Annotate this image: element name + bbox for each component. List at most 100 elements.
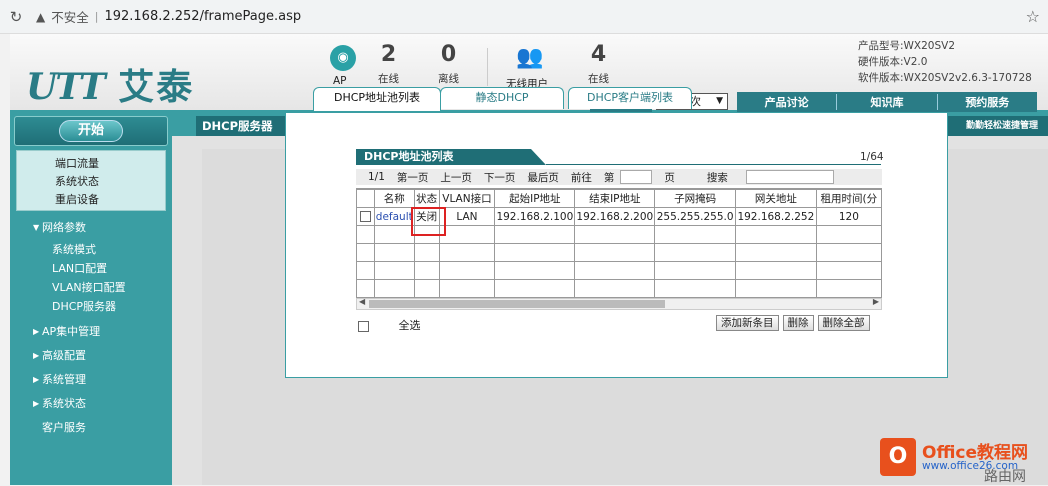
goto-link[interactable]: 前往	[571, 170, 592, 185]
menu-item-vlan-config[interactable]: VLAN接口配置	[14, 278, 168, 297]
menu-group-system-management[interactable]: ▶ 系统管理	[14, 368, 168, 392]
col-end-ip: 结束IP地址	[574, 189, 656, 208]
row-start-ip: 192.168.2.100	[494, 207, 576, 226]
office-logo-icon: O	[880, 438, 916, 476]
chevron-down-icon: ▼	[716, 96, 723, 106]
row-vlan: LAN	[438, 207, 496, 226]
users-online-stat[interactable]: 4 在线	[588, 42, 609, 86]
start-bar: 开始	[14, 116, 168, 146]
start-button[interactable]: 开始	[59, 120, 123, 142]
insecure-label[interactable]: 不安全	[51, 7, 89, 26]
menu-group-network[interactable]: ▼ 网络参数	[14, 216, 168, 240]
add-entry-button[interactable]: 添加新条目	[716, 315, 779, 331]
scroll-left-icon: ◀	[359, 297, 366, 306]
search-input[interactable]	[745, 170, 834, 184]
prev-page-link[interactable]: 上一页	[440, 170, 472, 185]
menu-group-ap-management[interactable]: ▶ AP集中管理	[14, 320, 168, 344]
col-vlan: VLAN接口	[438, 189, 496, 208]
utt-logo: UTT 艾泰	[26, 66, 195, 108]
ap-icon[interactable]: ◉	[330, 45, 356, 71]
scroll-right-icon: ▶	[872, 297, 879, 306]
link-product-discussion[interactable]: 产品讨论	[737, 94, 838, 110]
bookmark-star-icon[interactable]: ☆	[1026, 7, 1040, 26]
row-end-ip: 192.168.2.200	[574, 207, 656, 226]
last-page-link[interactable]: 最后页	[527, 170, 559, 185]
row-name-link[interactable]: default	[373, 207, 415, 226]
action-buttons: 添加新条目 删除 删除全部	[716, 315, 870, 331]
select-all-checkbox[interactable]	[358, 320, 369, 332]
menu-group-system-status[interactable]: ▶ 系统状态	[14, 392, 168, 416]
hardware-version: 硬件版本:V2.0	[858, 56, 928, 68]
delete-button[interactable]: 删除	[782, 315, 814, 331]
quick-reboot[interactable]: 重启设备	[55, 191, 165, 209]
status-highlight-box	[411, 207, 446, 236]
triangle-down-icon: ▼	[33, 223, 40, 232]
page-title: DHCP服务器	[202, 119, 273, 133]
warning-icon[interactable]: ▲	[36, 10, 45, 24]
col-status: 状态	[413, 189, 440, 208]
quick-links: 端口流量 系统状态 重启设备	[16, 150, 166, 211]
next-page-link[interactable]: 下一页	[484, 170, 516, 185]
tab-static-dhcp[interactable]: 静态DHCP	[440, 87, 564, 109]
dhcp-pool-table: 名称 状态 VLAN接口 起始IP地址 结束IP地址 子网掩码 网关地址 租用时…	[356, 188, 882, 298]
reload-icon[interactable]: ↻	[4, 8, 28, 26]
ap-online-count: 2	[380, 42, 397, 67]
ap-offline-stat[interactable]: 0 离线	[438, 42, 459, 86]
ap-offline-label: 离线	[438, 73, 459, 85]
users-online-label: 在线	[588, 73, 609, 85]
address-bar[interactable]: 192.168.2.252/framePage.asp	[104, 9, 301, 24]
col-lease: 租用时间(分	[815, 189, 882, 208]
col-start-ip: 起始IP地址	[494, 189, 576, 208]
menu-customer-service[interactable]: 客户服务	[14, 416, 168, 440]
scroll-thumb[interactable]	[369, 300, 665, 308]
browser-toolbar: ↻ ▲ 不安全 | 192.168.2.252/framePage.asp ☆	[0, 0, 1048, 34]
row-mask: 255.255.255.0	[654, 207, 736, 226]
table-row-empty	[356, 261, 882, 280]
select-all-row: 全选	[358, 317, 421, 333]
ap-online-stat[interactable]: 2 在线	[378, 42, 399, 86]
tab-dhcp-client-list[interactable]: DHCP客户端列表	[568, 87, 692, 109]
col-name: 名称	[373, 189, 415, 208]
menu-item-system-mode[interactable]: 系统模式	[14, 240, 168, 259]
row-checkbox[interactable]	[359, 211, 371, 222]
menu-group-advanced[interactable]: ▶ 高级配置	[14, 344, 168, 368]
title-decoration	[172, 116, 196, 136]
software-version: 软件版本:WX20SV2v2.6.3-170728	[858, 72, 1032, 84]
link-knowledge-base[interactable]: 知识库	[837, 94, 938, 110]
page-number-input[interactable]	[620, 170, 653, 184]
users-online-count: 4	[590, 42, 607, 67]
triangle-right-icon: ▶	[33, 351, 40, 360]
first-page-link[interactable]: 第一页	[397, 170, 429, 185]
page-indicator: 1/64	[860, 151, 884, 163]
search-label: 搜索	[706, 171, 728, 184]
col-mask: 子网掩码	[654, 189, 736, 208]
list-title-underline	[546, 164, 881, 165]
tab-content: DHCP地址池列表 1/64 1/1 第一页 上一页 下一页 最后页 前往 第 …	[285, 112, 948, 378]
di-label: 第	[603, 171, 615, 184]
router-admin-app: UTT 艾泰 ◉ AP 2 在线 0 离线 👥 无线用户 4 在线 产品型号:W…	[10, 34, 1048, 485]
list-title: DHCP地址池列表	[356, 149, 546, 165]
watermark-extra: 路由网	[984, 469, 1026, 485]
ap-online-label: 在线	[378, 73, 399, 85]
top-links: 产品讨论 知识库 预约服务	[737, 92, 1037, 112]
delete-all-button[interactable]: 删除全部	[817, 315, 870, 331]
quick-port-traffic[interactable]: 端口流量	[55, 155, 165, 173]
current-page: 1/1	[368, 171, 385, 183]
product-model: 产品型号:WX20SV2	[858, 40, 956, 52]
table-row-empty	[356, 279, 882, 298]
header-divider	[487, 48, 488, 86]
tab-dhcp-pool-list[interactable]: DHCP地址池列表	[313, 87, 441, 111]
triangle-right-icon: ▶	[33, 327, 40, 336]
triangle-right-icon: ▶	[33, 399, 40, 408]
menu-item-lan-config[interactable]: LAN口配置	[14, 259, 168, 278]
url-separator: |	[94, 10, 99, 23]
watermark: O Office教程网 www.office26.com 路由网	[880, 436, 1048, 485]
table-header-row: 名称 状态 VLAN接口 起始IP地址 结束IP地址 子网掩码 网关地址 租用时…	[356, 189, 882, 208]
quick-system-status[interactable]: 系统状态	[55, 173, 165, 191]
menu-item-dhcp-server[interactable]: DHCP服务器	[14, 297, 168, 316]
help-link[interactable]: 勤勤轻松速捷管理	[966, 116, 1038, 136]
wireless-users-icon[interactable]: 👥	[512, 45, 548, 71]
table-row-empty	[356, 243, 882, 262]
link-appointment-service[interactable]: 预约服务	[938, 94, 1037, 110]
horizontal-scrollbar[interactable]: ◀ ▶	[356, 297, 882, 310]
